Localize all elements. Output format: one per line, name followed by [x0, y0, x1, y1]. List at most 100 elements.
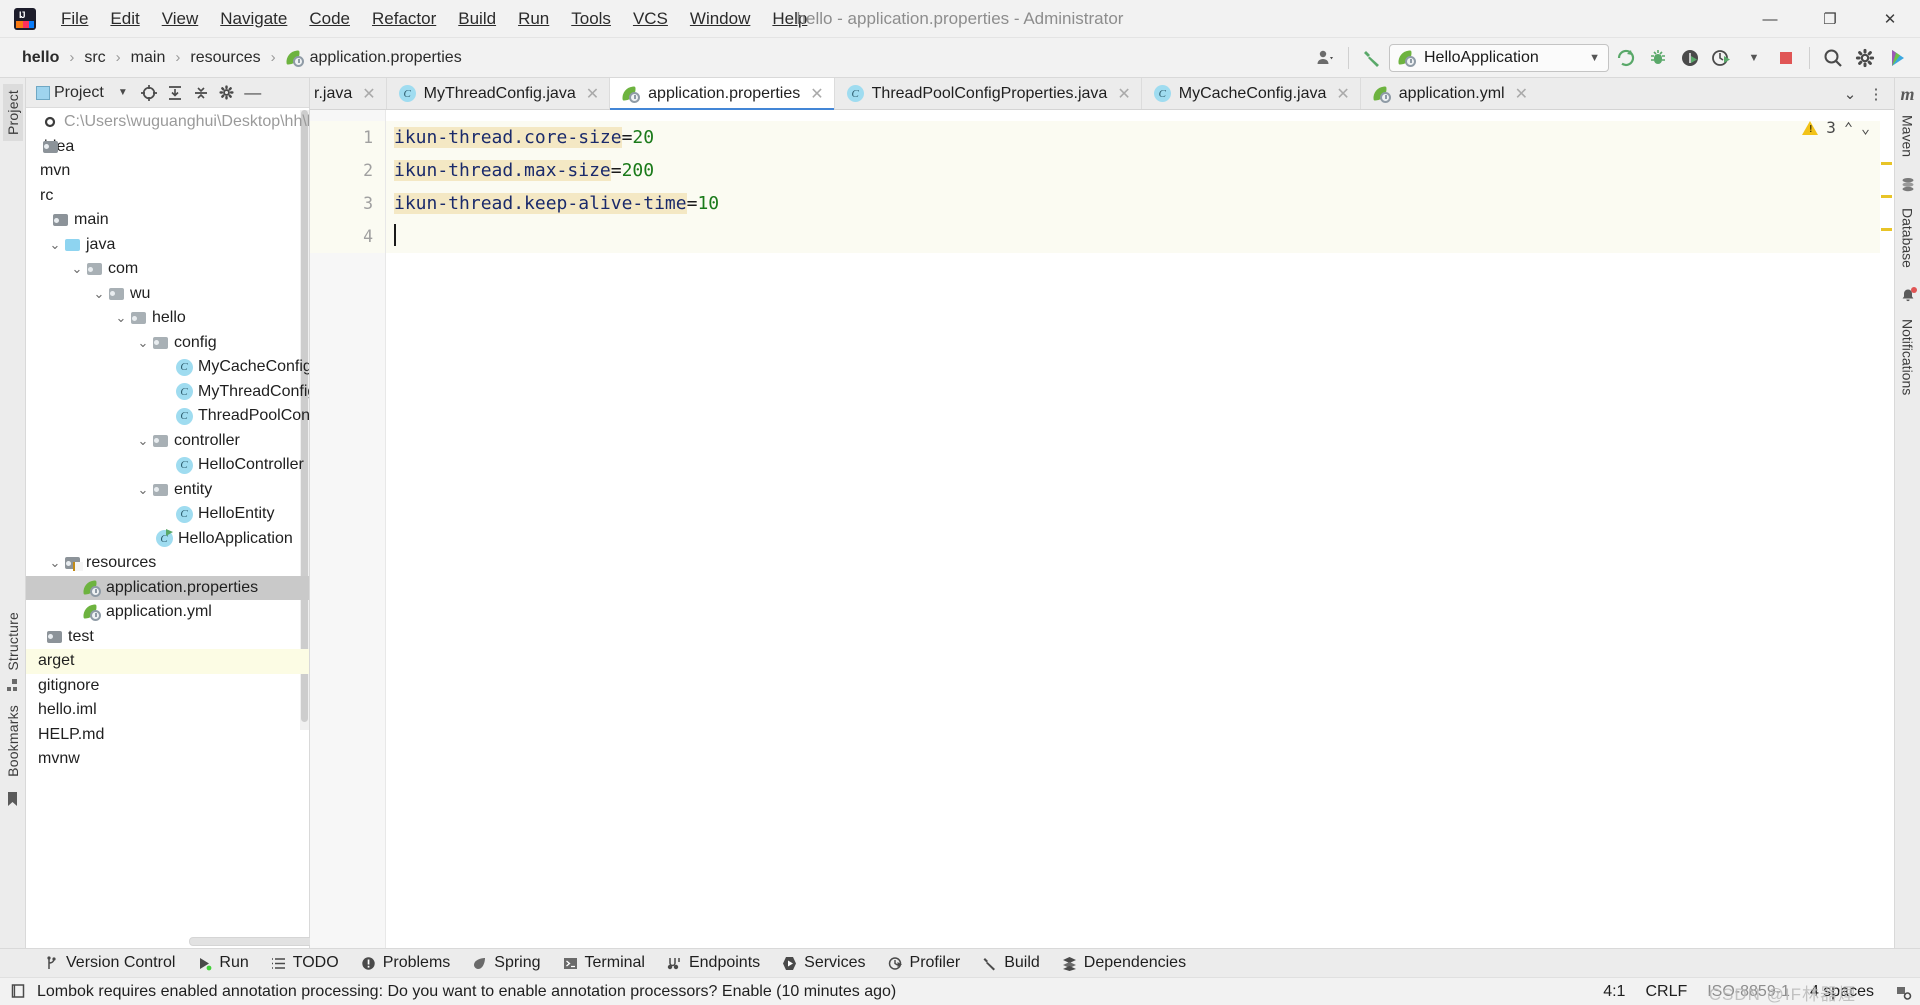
breadcrumb-file[interactable]: application.properties	[280, 47, 468, 69]
hide-panel-icon[interactable]: —	[242, 82, 264, 104]
menu-navigate[interactable]: Navigate	[209, 6, 298, 32]
more-vertical-icon[interactable]: ⋮	[1864, 82, 1888, 106]
tree-toggle[interactable]: ⌄	[136, 433, 150, 449]
tree-item-entity[interactable]: ⌄ entity	[26, 478, 309, 503]
tool-window-endpoints[interactable]: Endpoints	[657, 952, 770, 974]
code-line[interactable]: ikun-thread.core-size=20	[386, 121, 1894, 154]
code-line[interactable]	[386, 220, 1894, 253]
tool-window-services[interactable]: Services	[772, 952, 875, 974]
tree-item-main[interactable]: main	[26, 208, 309, 233]
inspections-widget-icon[interactable]	[1894, 983, 1912, 1001]
updates-icon[interactable]	[1882, 43, 1912, 73]
profile-icon[interactable]	[1310, 43, 1340, 73]
editor-tab-threadpoolconfigproperties[interactable]: C ThreadPoolConfigProperties.java ✕	[835, 78, 1142, 109]
tree-toggle[interactable]: ⌄	[92, 286, 106, 302]
chevron-down-icon[interactable]: ▼	[1739, 43, 1769, 73]
line-separator[interactable]: CRLF	[1645, 983, 1687, 1001]
breadcrumb-hello[interactable]: hello	[16, 47, 65, 69]
close-icon[interactable]: ✕	[1117, 84, 1130, 104]
status-message[interactable]: Lombok requires enabled annotation proce…	[37, 983, 896, 1001]
chevron-down-icon[interactable]: ⌄	[1838, 82, 1862, 106]
tool-window-todo[interactable]: TODO	[261, 952, 349, 974]
menu-tools[interactable]: Tools	[560, 6, 622, 32]
tree-item-mycacheconfig[interactable]: C MyCacheConfig	[26, 355, 309, 380]
rail-item-structure[interactable]: Structure	[5, 612, 21, 671]
tree-item-gitignore[interactable]: gitignore	[26, 674, 309, 699]
menu-edit[interactable]: Edit	[99, 6, 150, 32]
close-icon[interactable]: ✕	[1515, 84, 1528, 104]
tree-item-controller[interactable]: ⌄ controller	[26, 429, 309, 454]
tree-toggle[interactable]: ⌄	[114, 310, 128, 326]
tree-item-threadpoolconfigproperties[interactable]: C ThreadPoolConfigP	[26, 404, 309, 429]
profiler-icon[interactable]	[1707, 43, 1737, 73]
rail-item-project[interactable]: Project	[2, 84, 23, 141]
editor-tab-application-properties[interactable]: application.properties ✕	[610, 78, 835, 110]
tree-toggle[interactable]: ⌄	[48, 555, 62, 571]
menu-vcs[interactable]: VCS	[622, 6, 679, 32]
collapse-all-icon[interactable]	[190, 82, 212, 104]
run-with-coverage-icon[interactable]	[1675, 43, 1705, 73]
tree-item-helloentity[interactable]: C HelloEntity	[26, 502, 309, 527]
tool-window-run[interactable]: Run	[187, 952, 258, 974]
menu-view[interactable]: View	[151, 6, 210, 32]
menu-help[interactable]: Help	[761, 6, 818, 32]
tree-item-project-root[interactable]: C:\Users\wuguanghui\Desktop\hh\hel	[26, 110, 309, 135]
tool-window-build[interactable]: Build	[972, 952, 1050, 974]
menu-build[interactable]: Build	[447, 6, 507, 32]
project-tree[interactable]: C:\Users\wuguanghui\Desktop\hh\hel idea …	[26, 108, 309, 935]
close-icon[interactable]: ✕	[362, 84, 375, 104]
minimize-button[interactable]: —	[1740, 0, 1800, 38]
warning-marker[interactable]	[1881, 162, 1892, 165]
rail-item-bookmarks[interactable]: Bookmarks	[5, 705, 21, 777]
inspections-widget[interactable]: 3 ⌃ ⌄	[1802, 118, 1870, 137]
marker-track[interactable]	[1880, 110, 1894, 948]
stop-icon[interactable]	[1771, 43, 1801, 73]
editor-tab-application-yml[interactable]: application.yml ✕	[1361, 78, 1538, 109]
tree-item-help-md[interactable]: HELP.md	[26, 723, 309, 748]
code-line[interactable]: ikun-thread.max-size=200	[386, 154, 1894, 187]
tree-item-application-properties[interactable]: application.properties	[26, 575, 309, 600]
tool-window-dependencies[interactable]: Dependencies	[1052, 952, 1196, 974]
chevron-down-icon[interactable]: ▼	[112, 82, 134, 104]
tool-window-version-control[interactable]: Version Control	[34, 952, 185, 974]
menu-window[interactable]: Window	[679, 6, 761, 32]
tool-window-profiler[interactable]: Profiler	[878, 952, 971, 974]
maximize-button[interactable]: ❐	[1800, 0, 1860, 38]
tree-item-mvnw[interactable]: mvnw	[26, 747, 309, 772]
tree-item-src[interactable]: rc	[26, 184, 309, 209]
debug-icon[interactable]	[1643, 43, 1673, 73]
build-icon[interactable]	[1357, 43, 1387, 73]
run-configuration-selector[interactable]: HelloApplication ▼	[1389, 44, 1609, 72]
tree-item-test[interactable]: test	[26, 625, 309, 650]
rail-item-database[interactable]: Database	[1900, 208, 1916, 268]
editor-tab-mythreadconfig[interactable]: C MyThreadConfig.java ✕	[387, 78, 611, 109]
tree-toggle[interactable]: ⌄	[48, 237, 62, 253]
tree-toggle[interactable]: ⌄	[136, 482, 150, 498]
tree-toggle[interactable]: ⌄	[70, 261, 84, 277]
tree-item-helloapplication[interactable]: C HelloApplication	[26, 527, 309, 552]
caret-position[interactable]: 4:1	[1603, 983, 1625, 1001]
tree-toggle[interactable]: ⌄	[136, 335, 150, 351]
tree-item-mythreadconfig[interactable]: C MyThreadConfig	[26, 380, 309, 405]
menu-run[interactable]: Run	[507, 6, 560, 32]
run-icon[interactable]	[1611, 43, 1641, 73]
tree-item-resources[interactable]: ⌄ resources	[26, 551, 309, 576]
expand-all-icon[interactable]	[164, 82, 186, 104]
tree-item-hellocontroller[interactable]: C HelloController	[26, 453, 309, 478]
close-icon[interactable]: ✕	[810, 84, 823, 104]
next-problem-icon[interactable]: ⌄	[1861, 119, 1870, 137]
code-line[interactable]: ikun-thread.keep-alive-time=10	[386, 187, 1894, 220]
tree-item-hello[interactable]: ⌄ hello	[26, 306, 309, 331]
code-editor[interactable]: 1 2 3 4 ikun-thread.core-size=20 ikun-th…	[310, 110, 1894, 948]
tool-window-problems[interactable]: Problems	[351, 952, 461, 974]
breadcrumb-src[interactable]: src	[78, 47, 111, 69]
tool-window-terminal[interactable]: Terminal	[553, 952, 655, 974]
tree-item-application-yml[interactable]: application.yml	[26, 600, 309, 625]
editor-tab-r-java[interactable]: r.java ✕	[310, 78, 387, 109]
rail-item-maven[interactable]: Maven	[1900, 115, 1916, 157]
tree-item-hello-iml[interactable]: hello.iml	[26, 698, 309, 723]
breadcrumb-resources[interactable]: resources	[184, 47, 266, 69]
search-everywhere-icon[interactable]	[1818, 43, 1848, 73]
tree-item-config[interactable]: ⌄ config	[26, 331, 309, 356]
close-icon[interactable]: ✕	[1336, 84, 1349, 104]
